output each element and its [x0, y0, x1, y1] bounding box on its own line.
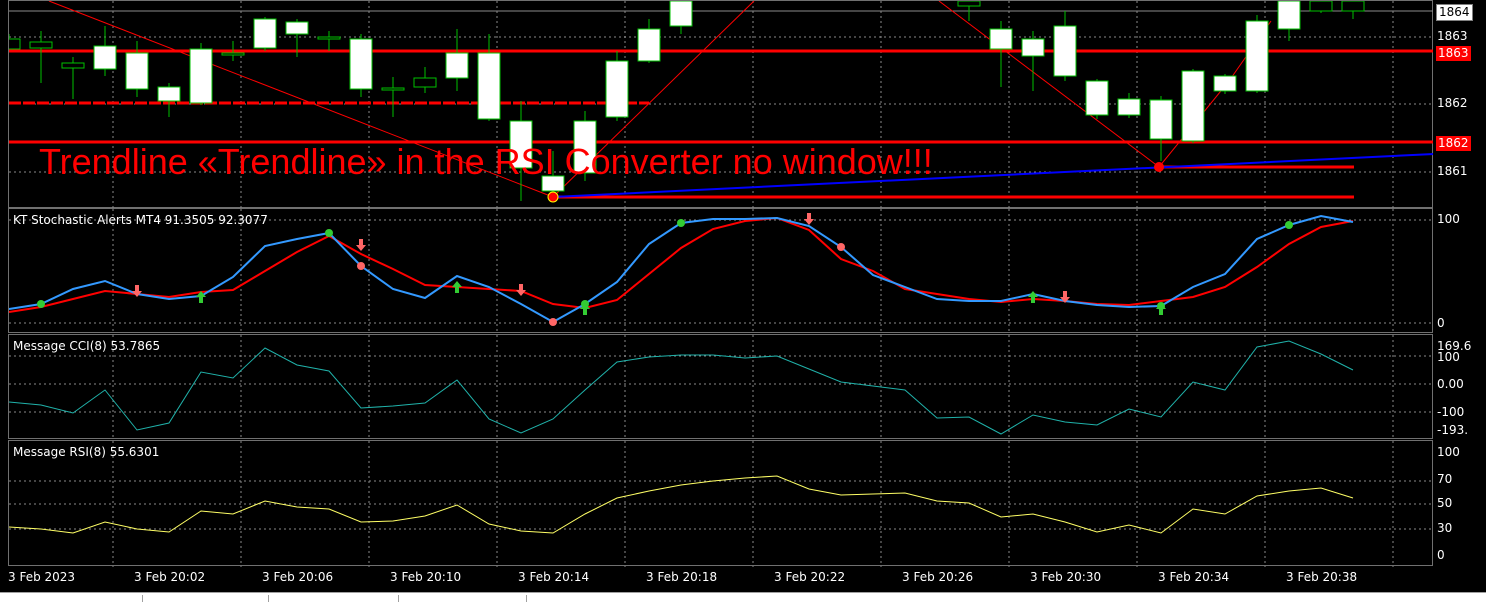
candle-body: [157, 86, 181, 102]
candle-body: [285, 21, 309, 35]
tab-separator: [526, 595, 527, 602]
down-arrow-icon: [804, 213, 814, 225]
time-label: 3 Feb 20:22: [774, 570, 846, 584]
cci-level-label: 100: [1437, 350, 1460, 364]
candle-body: [637, 28, 661, 62]
candle-body: [125, 52, 149, 90]
stochastic-indicator-panel[interactable]: KT Stochastic Alerts MT4 91.3505 92.3077: [8, 208, 1434, 334]
candle-body: [1181, 70, 1205, 142]
price-label: 1863: [1437, 29, 1468, 43]
swing-low-marker: [1154, 162, 1164, 172]
time-label: 3 Feb 20:30: [1030, 570, 1102, 584]
candle-body: [1085, 80, 1109, 116]
time-label: 3 Feb 20:18: [646, 570, 718, 584]
cci-level-label: 0.00: [1437, 377, 1464, 391]
candle-body: [1309, 1, 1333, 12]
candle-body: [1021, 38, 1045, 57]
swing-low-marker: [547, 191, 559, 203]
rsi-plot: [9, 441, 1434, 567]
candle-body: [989, 28, 1013, 50]
up-arrow-icon: [1028, 291, 1038, 303]
stochastic-plot: [9, 209, 1434, 334]
candle-body: [605, 60, 629, 118]
tab-separator: [268, 595, 269, 602]
time-label: 3 Feb 2023: [8, 570, 76, 584]
cci-level-label: -193.: [1437, 423, 1469, 437]
down-arrow-icon: [356, 239, 366, 251]
time-label: 3 Feb 20:34: [1158, 570, 1230, 584]
candle-body: [349, 38, 373, 90]
time-label: 3 Feb 20:14: [518, 570, 590, 584]
sell-signal-dot: [357, 262, 365, 270]
candle-body: [669, 1, 693, 27]
cci-indicator-panel[interactable]: Message CCI(8) 53.7865: [8, 334, 1434, 440]
price-label: 1861: [1437, 164, 1468, 178]
candle-body: [381, 87, 405, 91]
main-price-chart[interactable]: Trendline «Trendline» in the RSI Convert…: [8, 0, 1434, 209]
tab-separator: [398, 595, 399, 602]
stochastic-level-label: 100: [1437, 212, 1460, 226]
sell-signal-dot: [837, 243, 845, 251]
rsi-level-label: 50: [1437, 496, 1453, 510]
time-label: 3 Feb 20:02: [134, 570, 206, 584]
rsi-level-label: 100: [1437, 445, 1460, 459]
candle-body: [1053, 25, 1077, 77]
buy-signal-dot: [1285, 221, 1293, 229]
trading-terminal-window: Trendline «Trendline» in the RSI Convert…: [0, 0, 1486, 602]
rsi-level-label: 30: [1437, 521, 1453, 535]
candle-body: [957, 1, 981, 7]
candle-body: [1117, 98, 1141, 116]
stochastic-title: KT Stochastic Alerts MT4 91.3505 92.3077: [13, 213, 268, 227]
candle-body: [445, 52, 469, 79]
buy-signal-dot: [325, 229, 333, 237]
time-label: 3 Feb 20:06: [262, 570, 334, 584]
rsi-level-label: 0: [1437, 548, 1445, 562]
candle-body: [1149, 99, 1173, 140]
candle-body: [1277, 1, 1301, 30]
time-label: 3 Feb 20:10: [390, 570, 462, 584]
stochastic-level-label: 0: [1437, 316, 1445, 330]
candle-body: [1245, 20, 1269, 92]
candle-body: [93, 45, 117, 70]
buy-signal-dot: [677, 219, 685, 227]
cci-plot: [9, 335, 1434, 440]
time-label: 3 Feb 20:26: [902, 570, 974, 584]
candle-body: [61, 62, 85, 69]
candle-body: [317, 36, 341, 40]
candle-body: [1341, 1, 1365, 12]
buy-signal-dot: [37, 300, 45, 308]
level-price-tag: 1862: [1436, 136, 1471, 151]
sell-signal-dot: [549, 318, 557, 326]
current-price-tag: 1864: [1436, 4, 1473, 21]
chart-tabs-bar[interactable]: [0, 592, 1486, 602]
stochastic-main-line: [9, 214, 1354, 324]
cci-line: [9, 340, 1354, 435]
candle-body: [1213, 75, 1237, 92]
rsi-level-label: 70: [1437, 472, 1453, 486]
candle-body: [221, 52, 245, 56]
cci-title: Message CCI(8) 53.7865: [13, 339, 161, 353]
cci-level-label: -100: [1437, 405, 1465, 419]
level-price-tag: 1863: [1436, 46, 1471, 61]
trendline-warning-text: Trendline «Trendline» in the RSI Convert…: [39, 141, 933, 182]
candle-body: [253, 18, 277, 49]
rsi-title: Message RSI(8) 55.6301: [13, 445, 160, 459]
time-label: 3 Feb 20:38: [1286, 570, 1358, 584]
candle-body: [189, 48, 213, 104]
candle-body: [29, 41, 53, 49]
rsi-indicator-panel[interactable]: Message RSI(8) 55.6301: [8, 440, 1434, 567]
price-label: 1862: [1437, 96, 1468, 110]
tab-separator: [142, 595, 143, 602]
up-arrow-icon: [452, 281, 462, 293]
candle-body: [9, 38, 21, 50]
down-arrow-icon: [516, 284, 526, 296]
candle-body: [413, 77, 437, 88]
candle-body: [477, 52, 501, 120]
stochastic-signal-line: [9, 216, 1354, 313]
